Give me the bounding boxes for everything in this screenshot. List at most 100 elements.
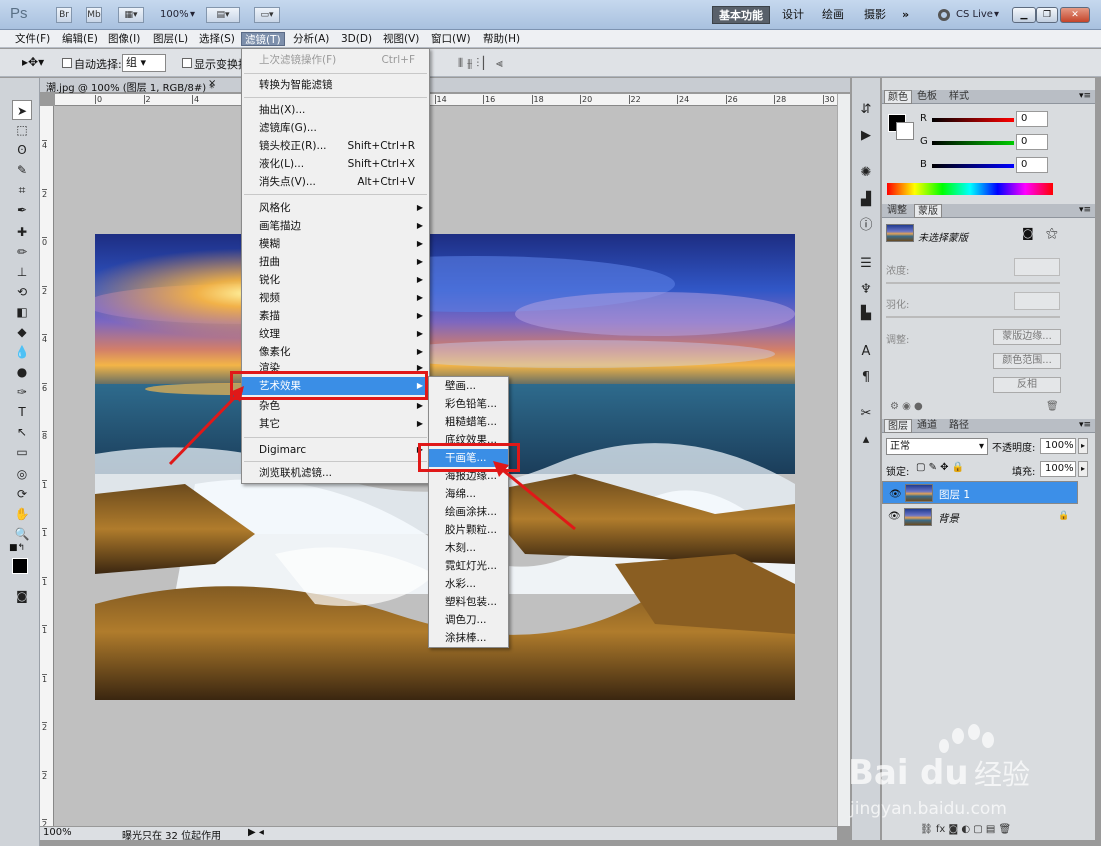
tab-styles[interactable]: 样式 [946, 90, 972, 104]
menu-item-extract[interactable]: 抽出(X)... [242, 101, 429, 119]
layer-row-1[interactable]: 👁 图层 1 [882, 481, 1078, 504]
layer-row-background[interactable]: 👁 背景 🔒 [882, 506, 1078, 529]
document-tab[interactable]: 潮.jpg @ 100% (图层 1, RGB/8#) * [46, 79, 214, 94]
menu-item-lens-correction[interactable]: 镜头校正(R)... Shift+Ctrl+R [242, 137, 429, 155]
mask-footer-icons[interactable]: ⚙ ◉ ● [890, 401, 923, 412]
menu-item-browse-online[interactable]: 浏览联机滤镜... [242, 464, 429, 482]
density-field[interactable] [1014, 258, 1060, 276]
brush-presets-icon[interactable]: ☰ [858, 256, 874, 272]
menu-item-video[interactable]: 视频 ▶ [242, 289, 429, 307]
menu-3d[interactable]: 3D(D) [338, 32, 375, 46]
menu-item-other[interactable]: 其它 ▶ [242, 415, 429, 433]
delete-mask-icon[interactable]: 🗑 [1046, 401, 1059, 412]
minimize-button[interactable]: ▁ [1012, 7, 1036, 23]
quick-mask-icon[interactable]: ◙ [12, 586, 32, 606]
submenu-cutout[interactable]: 木刻... [429, 539, 508, 557]
menu-item-distort[interactable]: 扭曲 ▶ [242, 253, 429, 271]
distribute-icons[interactable]: ⫴ ⫵ ⫶ ▏ ⫷ [458, 56, 503, 71]
pixel-mask-icon[interactable]: ◙ [1022, 226, 1034, 240]
histogram-icon[interactable]: ▟ [858, 192, 874, 208]
hand-tool[interactable]: ✋ [12, 504, 32, 524]
actions-icon[interactable]: ▶ [858, 128, 874, 144]
3d-rotate-tool[interactable]: ◎ [12, 464, 32, 484]
3d-panel-icon[interactable]: ✂ [858, 406, 874, 422]
move-tool[interactable]: ➤ [12, 100, 32, 120]
mask-edge-button[interactable]: 蒙版边缘... [993, 329, 1061, 345]
workspace-photography[interactable]: 摄影 [858, 6, 892, 24]
layers-footer-icons[interactable]: ⛓ fx ◙ ◐ ▢ ▤ 🗑 [920, 824, 1011, 835]
show-transform-checkbox[interactable] [182, 58, 192, 68]
menu-select[interactable]: 选择(S) [196, 32, 238, 46]
opacity-value[interactable]: 100% [1040, 438, 1076, 454]
menu-window[interactable]: 窗口(W) [428, 32, 474, 46]
red-value[interactable]: 0 [1016, 111, 1048, 127]
tab-masks[interactable]: 蒙版 [914, 204, 942, 218]
status-arrow-icon[interactable]: ▶ ◂ [248, 827, 264, 838]
tab-color[interactable]: 颜色 [884, 90, 912, 104]
lasso-tool[interactable]: ʘ [12, 140, 32, 160]
color-range-button[interactable]: 颜色范围... [993, 353, 1061, 369]
menu-edit[interactable]: 编辑(E) [59, 32, 101, 46]
tool-presets-icon[interactable]: ▙ [858, 306, 874, 322]
menu-item-liquify[interactable]: 液化(L)... Shift+Ctrl+X [242, 155, 429, 173]
workspace-painting[interactable]: 绘画 [816, 6, 850, 24]
feather-slider[interactable] [886, 316, 1060, 318]
submenu-rough-pastels[interactable]: 粗糙蜡笔... [429, 413, 508, 431]
blue-slider[interactable] [932, 164, 1014, 168]
workspace-design[interactable]: 设计 [776, 6, 810, 24]
close-button[interactable]: ✕ [1060, 7, 1090, 23]
red-slider[interactable] [932, 118, 1014, 122]
panel-menu-icon[interactable]: ▾≡ [1079, 205, 1091, 215]
menu-item-brush-strokes[interactable]: 画笔描边 ▶ [242, 217, 429, 235]
marquee-tool[interactable]: ⬚ [12, 120, 32, 140]
tab-layers[interactable]: 图层 [884, 419, 912, 433]
menu-view[interactable]: 视图(V) [380, 32, 422, 46]
eraser-tool[interactable]: ◧ [12, 302, 32, 322]
quick-select-tool[interactable]: ✎ [12, 160, 32, 180]
zoom-level[interactable]: 100% [160, 9, 189, 20]
arrange-documents-icon[interactable]: ▤▾ [206, 7, 240, 23]
dodge-tool[interactable]: ● [12, 362, 32, 382]
submenu-palette-knife[interactable]: 调色刀... [429, 611, 508, 629]
tab-channels[interactable]: 通道 [914, 419, 940, 433]
shape-tool[interactable]: ▭ [12, 442, 32, 462]
foreground-color[interactable] [12, 558, 28, 574]
clone-stamp-tool[interactable]: ⊥ [12, 262, 32, 282]
paint-bucket-tool[interactable]: ◆ [12, 322, 32, 342]
more-workspaces-icon[interactable]: » [896, 6, 915, 24]
menu-file[interactable]: 文件(F) [12, 32, 53, 46]
view-extras-icon[interactable]: ▦▾ [118, 7, 144, 23]
status-zoom[interactable]: 100% [43, 827, 72, 838]
eye-icon[interactable]: 👁 [888, 511, 901, 522]
path-select-tool[interactable]: ↖ [12, 422, 32, 442]
zoom-dropdown-icon[interactable]: ▾ [190, 9, 195, 20]
menu-filter[interactable]: 滤镜(T) [241, 32, 285, 46]
invert-button[interactable]: 反相 [993, 377, 1061, 393]
measurement-icon[interactable]: ▴ [858, 432, 874, 448]
menu-item-filter-gallery[interactable]: 滤镜库(G)... [242, 119, 429, 137]
tab-adjustments[interactable]: 调整 [884, 204, 910, 218]
lock-icons[interactable]: ▢ ✎ ✥ 🔒 [916, 462, 964, 473]
panel-menu-icon[interactable]: ▾≡ [1079, 91, 1091, 101]
maximize-button[interactable]: ❐ [1036, 7, 1058, 23]
menu-help[interactable]: 帮助(H) [480, 32, 523, 46]
history-brush-tool[interactable]: ⟲ [12, 282, 32, 302]
navigator-icon[interactable]: ✺ [858, 165, 874, 181]
character-icon[interactable]: A [858, 344, 874, 360]
green-value[interactable]: 0 [1016, 134, 1048, 150]
zoom-tool[interactable]: 🔍 [12, 524, 32, 544]
menu-item-sharpen[interactable]: 锐化 ▶ [242, 271, 429, 289]
auto-select-checkbox[interactable] [62, 58, 72, 68]
pen-tool[interactable]: ✑ [12, 382, 32, 402]
move-tool-icon[interactable]: ▸✥▾ [22, 55, 44, 69]
cslive-dropdown-icon[interactable]: ▾ [994, 9, 999, 20]
screen-mode-icon[interactable]: ▭▾ [254, 7, 280, 23]
default-colors-icon[interactable]: ■↰ [9, 543, 25, 553]
eyedropper-tool[interactable]: ✒ [12, 200, 32, 220]
vertical-scrollbar[interactable] [837, 94, 850, 826]
blend-mode-dropdown[interactable]: 正常 ▾ [886, 438, 988, 455]
menu-layer[interactable]: 图层(L) [150, 32, 191, 46]
fill-value[interactable]: 100% [1040, 461, 1076, 477]
submenu-fresco[interactable]: 壁画... [429, 377, 508, 395]
mini-bridge-button[interactable]: Mb [86, 7, 102, 23]
